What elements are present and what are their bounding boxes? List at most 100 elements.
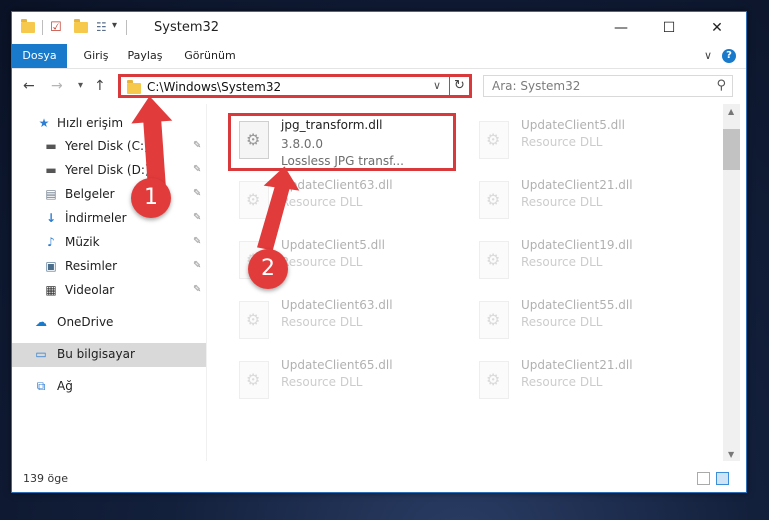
- dll-file-icon: [479, 361, 509, 399]
- file-item[interactable]: UpdateClient63.dll Resource DLL: [231, 295, 461, 351]
- scroll-down-icon[interactable]: ▼: [728, 450, 734, 459]
- search-icon[interactable]: ⚲: [716, 78, 726, 93]
- maximize-button[interactable]: ☐: [646, 12, 692, 44]
- item-count: 139 öge: [23, 472, 68, 485]
- step-badge-2: 2: [248, 249, 288, 289]
- sidebar-item-label: OneDrive: [57, 315, 114, 329]
- sidebar-item-label: Belgeler: [65, 187, 115, 201]
- highlight-box: [228, 113, 456, 171]
- search-box[interactable]: Ara: System32 ⚲: [483, 75, 733, 97]
- explorer-window: ☑ ☷ ▾ System32 — ☐ ✕ Dosya Giriş Paylaş …: [11, 11, 747, 493]
- file-item[interactable]: UpdateClient21.dll Resource DLL: [471, 355, 701, 411]
- file-description: Resource DLL: [521, 375, 603, 389]
- dll-file-icon: [479, 241, 509, 279]
- chevron-down-icon[interactable]: ▾: [112, 20, 117, 31]
- up-button[interactable]: ↑: [94, 78, 106, 94]
- documents-icon: ▤: [45, 187, 57, 201]
- divider: [449, 77, 450, 95]
- cloud-icon: ☁: [35, 315, 47, 329]
- sidebar-item-network[interactable]: ⧉ Ağ: [12, 375, 206, 399]
- details-view-icon[interactable]: [697, 472, 710, 485]
- network-icon: ⧉: [36, 379, 46, 393]
- file-list: jpg_transform.dll 3.8.0.0 Lossless JPG t…: [207, 104, 723, 461]
- drive-icon: ▬: [45, 163, 57, 177]
- file-description: Resource DLL: [281, 315, 363, 329]
- navigation-bar: ← → ▾ ↑ C:\Windows\System32 ∨ ↻ Ara: Sys…: [12, 69, 746, 103]
- refresh-button[interactable]: ↻: [454, 78, 465, 93]
- scroll-up-icon[interactable]: ▲: [728, 107, 734, 116]
- tiles-view-icon[interactable]: [716, 472, 729, 485]
- sidebar-item-this-pc[interactable]: ▭ Bu bilgisayar: [12, 343, 206, 367]
- sidebar-item-pictures[interactable]: ▣ Resimler ✎: [12, 255, 206, 279]
- sidebar-item-videos[interactable]: ▦ Videolar ✎: [12, 279, 206, 303]
- dll-file-icon: [479, 121, 509, 159]
- forward-button[interactable]: →: [51, 78, 63, 94]
- sidebar-item-label: Videolar: [65, 283, 115, 297]
- file-name: UpdateClient63.dll: [281, 298, 393, 312]
- tab-share[interactable]: Paylaş: [122, 44, 168, 68]
- videos-icon: ▦: [45, 283, 57, 297]
- divider: [42, 20, 43, 35]
- file-description: Resource DLL: [521, 195, 603, 209]
- close-button[interactable]: ✕: [694, 12, 740, 44]
- file-item[interactable]: UpdateClient55.dll Resource DLL: [471, 295, 701, 351]
- file-item[interactable]: UpdateClient5.dll Resource DLL: [471, 115, 701, 171]
- scrollbar-thumb[interactable]: [723, 129, 740, 170]
- sidebar-item-music[interactable]: ♪ Müzik ✎: [12, 231, 206, 255]
- pin-icon[interactable]: ✎: [193, 284, 201, 295]
- tab-home[interactable]: Giriş: [78, 44, 114, 68]
- help-button[interactable]: ?: [722, 49, 736, 63]
- sidebar-item-label: Bu bilgisayar: [57, 347, 135, 361]
- pin-icon[interactable]: ✎: [193, 188, 201, 199]
- file-name: UpdateClient55.dll: [521, 298, 633, 312]
- dll-file-icon: [479, 301, 509, 339]
- file-description: Resource DLL: [521, 315, 603, 329]
- computer-icon: ▭: [35, 347, 47, 361]
- folder-icon: [21, 19, 35, 33]
- recent-locations-button[interactable]: ▾: [78, 80, 83, 91]
- pin-icon[interactable]: ✎: [193, 260, 201, 271]
- tab-view[interactable]: Görünüm: [180, 44, 240, 68]
- drive-icon: ▬: [45, 139, 57, 153]
- music-icon: ♪: [47, 235, 55, 249]
- pin-icon[interactable]: ✎: [193, 212, 201, 223]
- customize-icon[interactable]: ☷: [96, 20, 107, 34]
- sidebar-item-onedrive[interactable]: ☁ OneDrive: [12, 311, 206, 335]
- pictures-icon: ▣: [45, 259, 57, 273]
- file-name: UpdateClient21.dll: [521, 178, 633, 192]
- file-description: Resource DLL: [521, 135, 603, 149]
- search-input[interactable]: Ara: System32: [492, 79, 580, 93]
- pin-icon[interactable]: ✎: [193, 140, 201, 151]
- pin-icon[interactable]: ✎: [193, 164, 201, 175]
- file-description: Resource DLL: [281, 375, 363, 389]
- tab-file[interactable]: Dosya: [12, 44, 67, 68]
- sidebar-item-label: İndirmeler: [65, 211, 127, 225]
- pin-icon[interactable]: ✎: [193, 236, 201, 247]
- sidebar-item-label: Müzik: [65, 235, 100, 249]
- folder-icon: [127, 80, 141, 94]
- sidebar-item-label: Resimler: [65, 259, 118, 273]
- address-bar[interactable]: C:\Windows\System32 ∨ ↻: [118, 74, 472, 98]
- divider: [126, 20, 127, 35]
- title-bar: ☑ ☷ ▾ System32 — ☐ ✕: [12, 12, 746, 44]
- chevron-down-icon[interactable]: ∨: [433, 79, 441, 92]
- properties-icon[interactable]: ☑: [50, 20, 62, 35]
- download-icon: ↓: [45, 211, 57, 225]
- dll-file-icon: [239, 301, 269, 339]
- file-item[interactable]: UpdateClient65.dll Resource DLL: [231, 355, 461, 411]
- dll-file-icon: [239, 361, 269, 399]
- sidebar-item-label: Hızlı erişim: [57, 116, 124, 130]
- address-path[interactable]: C:\Windows\System32: [147, 80, 281, 94]
- star-icon: ★: [38, 116, 50, 130]
- minimize-button[interactable]: —: [598, 12, 644, 44]
- file-name: UpdateClient19.dll: [521, 238, 633, 252]
- file-item[interactable]: UpdateClient21.dll Resource DLL: [471, 175, 701, 231]
- chevron-down-icon[interactable]: ∨: [704, 49, 712, 62]
- file-item[interactable]: UpdateClient19.dll Resource DLL: [471, 235, 701, 291]
- back-button[interactable]: ←: [23, 78, 35, 94]
- new-folder-icon[interactable]: [74, 19, 88, 33]
- ribbon-tabs: Dosya Giriş Paylaş Görünüm ∨ ?: [12, 44, 746, 69]
- file-name: UpdateClient5.dll: [521, 118, 625, 132]
- file-description: Resource DLL: [521, 255, 603, 269]
- file-name: UpdateClient21.dll: [521, 358, 633, 372]
